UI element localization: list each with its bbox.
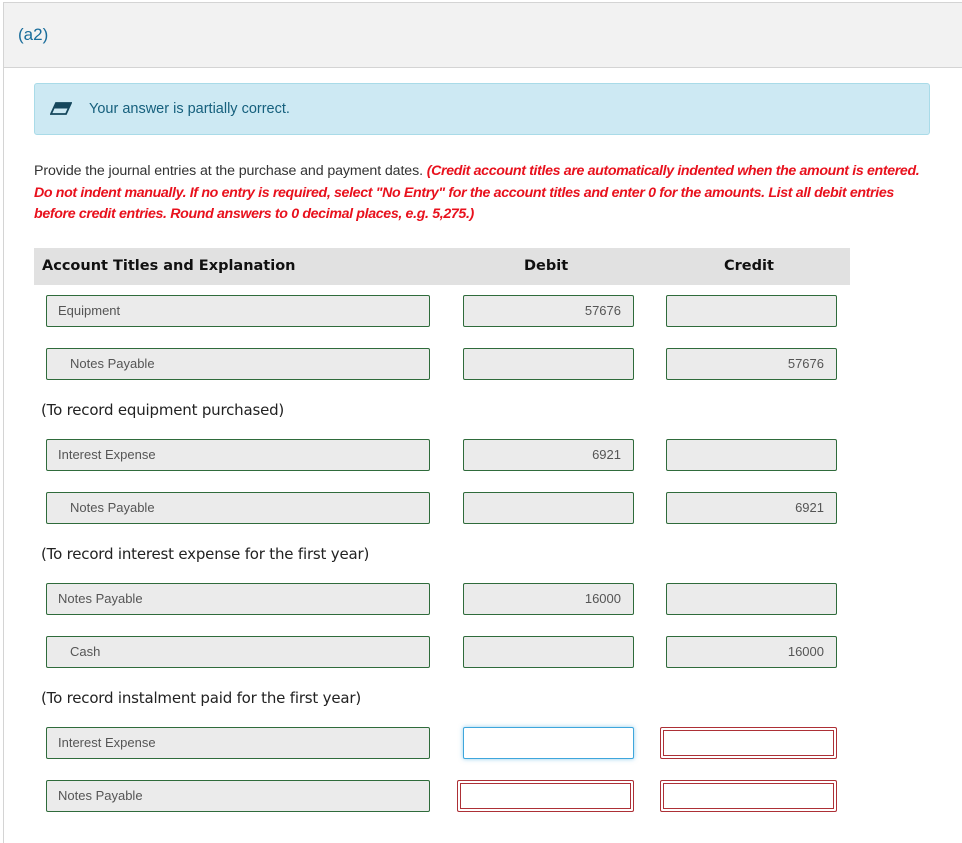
entry-memo: (To record interest expense for the firs… <box>41 545 370 563</box>
credit-input[interactable] <box>666 439 837 471</box>
account-select[interactable]: Notes Payable <box>46 348 430 380</box>
debit-input[interactable] <box>463 492 634 524</box>
credit-input[interactable]: 6921 <box>666 492 837 524</box>
debit-input[interactable]: 16000 <box>463 583 634 615</box>
credit-input[interactable] <box>666 295 837 327</box>
account-select[interactable]: Equipment <box>46 295 430 327</box>
debit-input[interactable]: 57676 <box>463 295 634 327</box>
account-select[interactable]: Notes Payable <box>46 492 430 524</box>
eraser-icon <box>49 101 73 115</box>
account-select[interactable]: Interest Expense <box>46 439 430 471</box>
account-select[interactable]: Cash <box>46 636 430 668</box>
instructions-plain: Provide the journal entries at the purch… <box>34 163 427 179</box>
header-credit: Credit <box>724 258 774 274</box>
account-select[interactable]: Notes Payable <box>46 583 430 615</box>
credit-input[interactable]: 16000 <box>666 636 837 668</box>
credit-input[interactable]: 57676 <box>666 348 837 380</box>
feedback-text: Your answer is partially correct. <box>89 101 290 117</box>
debit-input-focused[interactable] <box>463 727 634 759</box>
section-label: (a2) <box>18 25 49 44</box>
feedback-banner: Your answer is partially correct. <box>34 83 930 135</box>
debit-input[interactable]: 6921 <box>463 439 634 471</box>
section-header: (a2) <box>4 3 962 68</box>
debit-input[interactable] <box>463 636 634 668</box>
entry-memo: (To record instalment paid for the first… <box>41 689 361 707</box>
account-select[interactable]: Interest Expense <box>46 727 430 759</box>
entry-memo: (To record equipment purchased) <box>41 401 285 419</box>
debit-input-error[interactable] <box>457 780 634 812</box>
instructions: Provide the journal entries at the purch… <box>34 161 934 226</box>
debit-input[interactable] <box>463 348 634 380</box>
credit-input-error[interactable] <box>660 780 837 812</box>
table-header: Account Titles and Explanation Debit Cre… <box>34 248 850 285</box>
account-select[interactable]: Notes Payable <box>46 780 430 812</box>
header-account: Account Titles and Explanation <box>42 258 296 274</box>
credit-input[interactable] <box>666 583 837 615</box>
header-debit: Debit <box>524 258 569 274</box>
credit-input-error[interactable] <box>660 727 837 759</box>
